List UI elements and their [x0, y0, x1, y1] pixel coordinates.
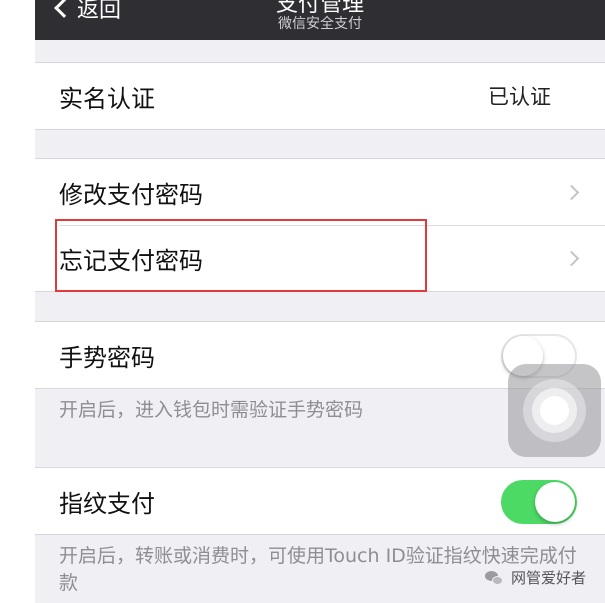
assistive-touch-button[interactable]	[508, 364, 601, 457]
assistive-touch-icon	[523, 379, 586, 442]
fingerprint-label: 指纹支付	[59, 489, 155, 518]
change-password-row[interactable]: 修改支付密码	[35, 159, 605, 225]
page-subtitle: 微信安全支付	[278, 16, 362, 32]
fingerprint-toggle[interactable]	[501, 480, 577, 524]
realname-row[interactable]: 实名认证 已认证	[35, 63, 605, 129]
realname-status: 已认证	[488, 85, 551, 109]
page-margin	[0, 0, 35, 603]
phone-screen: 返回 支付管理 微信安全支付 实名认证 已认证 修改支付密码 忘记支付密码 手势…	[35, 0, 605, 603]
fingerprint-group: 指纹支付	[35, 467, 605, 535]
navigation-bar: 返回 支付管理 微信安全支付	[35, 0, 605, 40]
highlight-annotation-box	[55, 219, 427, 292]
chevron-right-icon	[563, 250, 580, 266]
change-password-label: 修改支付密码	[59, 180, 203, 209]
chevron-right-icon	[563, 184, 580, 200]
fingerprint-row: 指纹支付	[35, 468, 605, 534]
watermark: 网管爱好者	[485, 567, 586, 588]
realname-group: 实名认证 已认证	[35, 62, 605, 130]
watermark-text: 网管爱好者	[511, 569, 587, 587]
toggle-knob	[535, 482, 575, 522]
wechat-icon	[485, 570, 505, 586]
gesture-label: 手势密码	[59, 343, 155, 372]
realname-label: 实名认证	[59, 84, 155, 113]
